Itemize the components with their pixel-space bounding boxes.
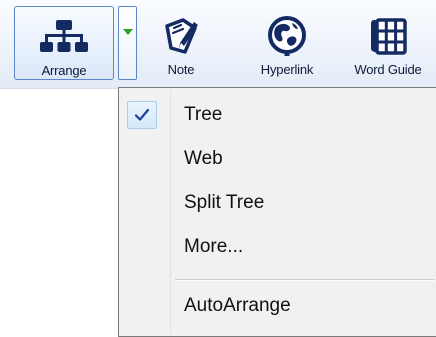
checkmark-icon [127,101,157,129]
menu-item-label: Tree [184,104,223,125]
note-button-label: Note [167,62,195,77]
menu-separator [175,279,435,281]
dropdown-arrow-icon [123,29,133,35]
note-pencil-icon [161,14,201,58]
menu-item-label: AutoArrange [184,295,291,316]
menu-item-label: More... [184,236,244,257]
word-guide-button[interactable]: Word Guide [340,6,436,80]
menu-item-web[interactable]: Web [121,137,435,181]
globe-link-icon [266,14,308,58]
note-button[interactable]: Note [150,6,212,80]
arrange-button-label: Arrange [41,63,87,78]
org-chart-icon [40,15,88,59]
arrange-button[interactable]: Arrange [14,6,114,80]
menu-item-more[interactable]: More... [121,225,435,269]
menu-item-label: Web [184,148,223,169]
hyperlink-button-label: Hyperlink [260,62,314,77]
word-guide-button-label: Word Guide [354,62,422,77]
menu-item-split-tree[interactable]: Split Tree [121,181,435,225]
hyperlink-button[interactable]: Hyperlink [246,6,328,80]
toolbar: Arrange Note Hyperlink Word Guide [0,0,436,89]
arrange-dropdown-menu: Tree Web Split Tree More... AutoArrange [118,87,436,337]
arrange-dropdown-button[interactable] [118,6,137,80]
menu-item-label: Split Tree [184,192,265,213]
menu-item-autoarrange[interactable]: AutoArrange [121,284,435,328]
menu-item-tree[interactable]: Tree [121,93,435,137]
grid-book-icon [368,14,408,58]
